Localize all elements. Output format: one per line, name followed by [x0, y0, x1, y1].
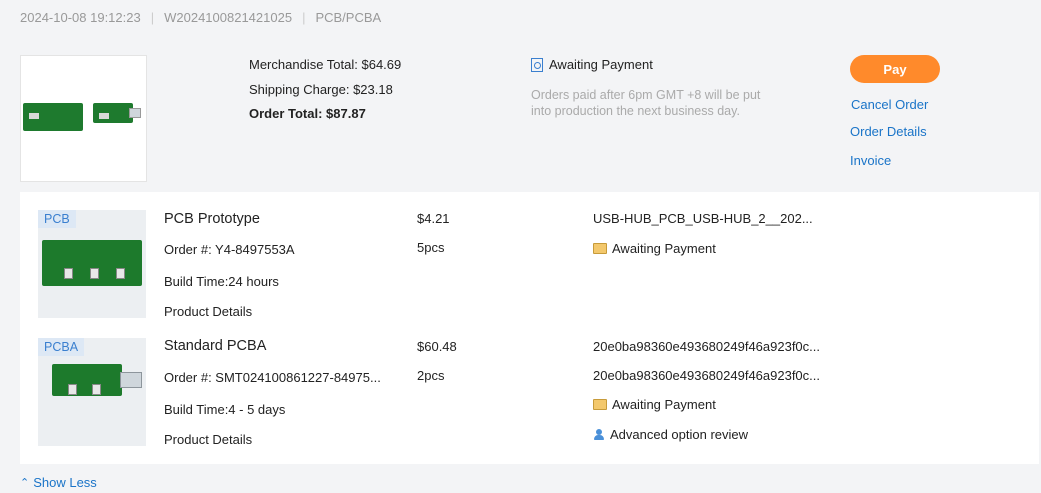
item-file-name[interactable]: USB-HUB_PCB_USB-HUB_2__202...: [593, 211, 813, 226]
order-header: 2024-10-08 19:12:23 | W2024100821421025 | PC…: [20, 10, 382, 25]
item-status: Awaiting Payment: [593, 241, 716, 256]
item-name: PCB Prototype: [164, 211, 260, 227]
item-price: $4.21: [417, 211, 450, 226]
order-id: W2024100821421025: [164, 10, 293, 25]
item-type-tag: PCBA: [38, 338, 85, 356]
merchandise-total: Merchandise Total: $64.69: [249, 57, 402, 72]
item-type-tag: PCB: [38, 210, 76, 228]
item-order-number: Order #: Y4-8497553A: [164, 242, 295, 257]
pcba-item-thumbnail[interactable]: PCBA: [38, 338, 146, 446]
item-status-label: Awaiting Payment: [612, 241, 716, 256]
production-note: Orders paid after 6pm GMT +8 will be put…: [531, 88, 761, 118]
order-details-link[interactable]: Order Details: [850, 124, 927, 139]
item-name: Standard PCBA: [164, 338, 267, 354]
pcb-board-image: [42, 240, 142, 286]
item-build-time: Build Time:24 hours: [164, 274, 279, 289]
order-items-panel: PCB PCB Prototype Order #: Y4-8497553A B…: [20, 192, 1039, 464]
folder-icon: [593, 243, 607, 254]
item-file-name[interactable]: 20e0ba98360e493680249f46a923f0c...: [593, 368, 820, 383]
item-build-time: Build Time:4 - 5 days: [164, 402, 286, 417]
pcb-board-image: [23, 103, 83, 131]
item-status: Awaiting Payment: [593, 397, 716, 412]
show-less-label: Show Less: [33, 475, 97, 490]
item-file-name[interactable]: 20e0ba98360e493680249f46a923f0c...: [593, 339, 820, 354]
payment-status: Awaiting Payment: [531, 57, 653, 72]
item-price: $60.48: [417, 339, 457, 354]
product-details-link[interactable]: Product Details: [164, 432, 252, 447]
review-status: Advanced option review: [593, 427, 748, 442]
pay-button[interactable]: Pay: [850, 55, 940, 83]
review-status-label: Advanced option review: [610, 427, 749, 442]
folder-icon: [593, 399, 607, 410]
order-category: PCB/PCBA: [315, 10, 382, 25]
order-datetime: 2024-10-08 19:12:23: [20, 10, 141, 25]
item-quantity: 5pcs: [417, 240, 445, 255]
pcba-board-image: [93, 103, 141, 123]
item-quantity: 2pcs: [417, 368, 445, 383]
product-details-link[interactable]: Product Details: [164, 304, 252, 319]
show-less-toggle[interactable]: ⌃ Show Less: [20, 475, 97, 490]
item-status-label: Awaiting Payment: [612, 397, 716, 412]
order-total: Order Total: $87.87: [249, 106, 366, 121]
cancel-order-link[interactable]: Cancel Order: [851, 97, 928, 112]
user-icon: [593, 428, 605, 441]
payment-status-label: Awaiting Payment: [549, 57, 653, 72]
invoice-link[interactable]: Invoice: [850, 153, 891, 168]
item-order-number: Order #: SMT024100861227-84975...: [164, 370, 381, 385]
status-document-icon: [531, 57, 543, 72]
shipping-charge: Shipping Charge: $23.18: [249, 82, 393, 97]
chevron-up-icon: ⌃: [20, 477, 30, 489]
pcb-item-thumbnail[interactable]: PCB: [38, 210, 146, 318]
order-thumbnail[interactable]: [20, 55, 147, 182]
pcba-board-image: [52, 364, 142, 396]
